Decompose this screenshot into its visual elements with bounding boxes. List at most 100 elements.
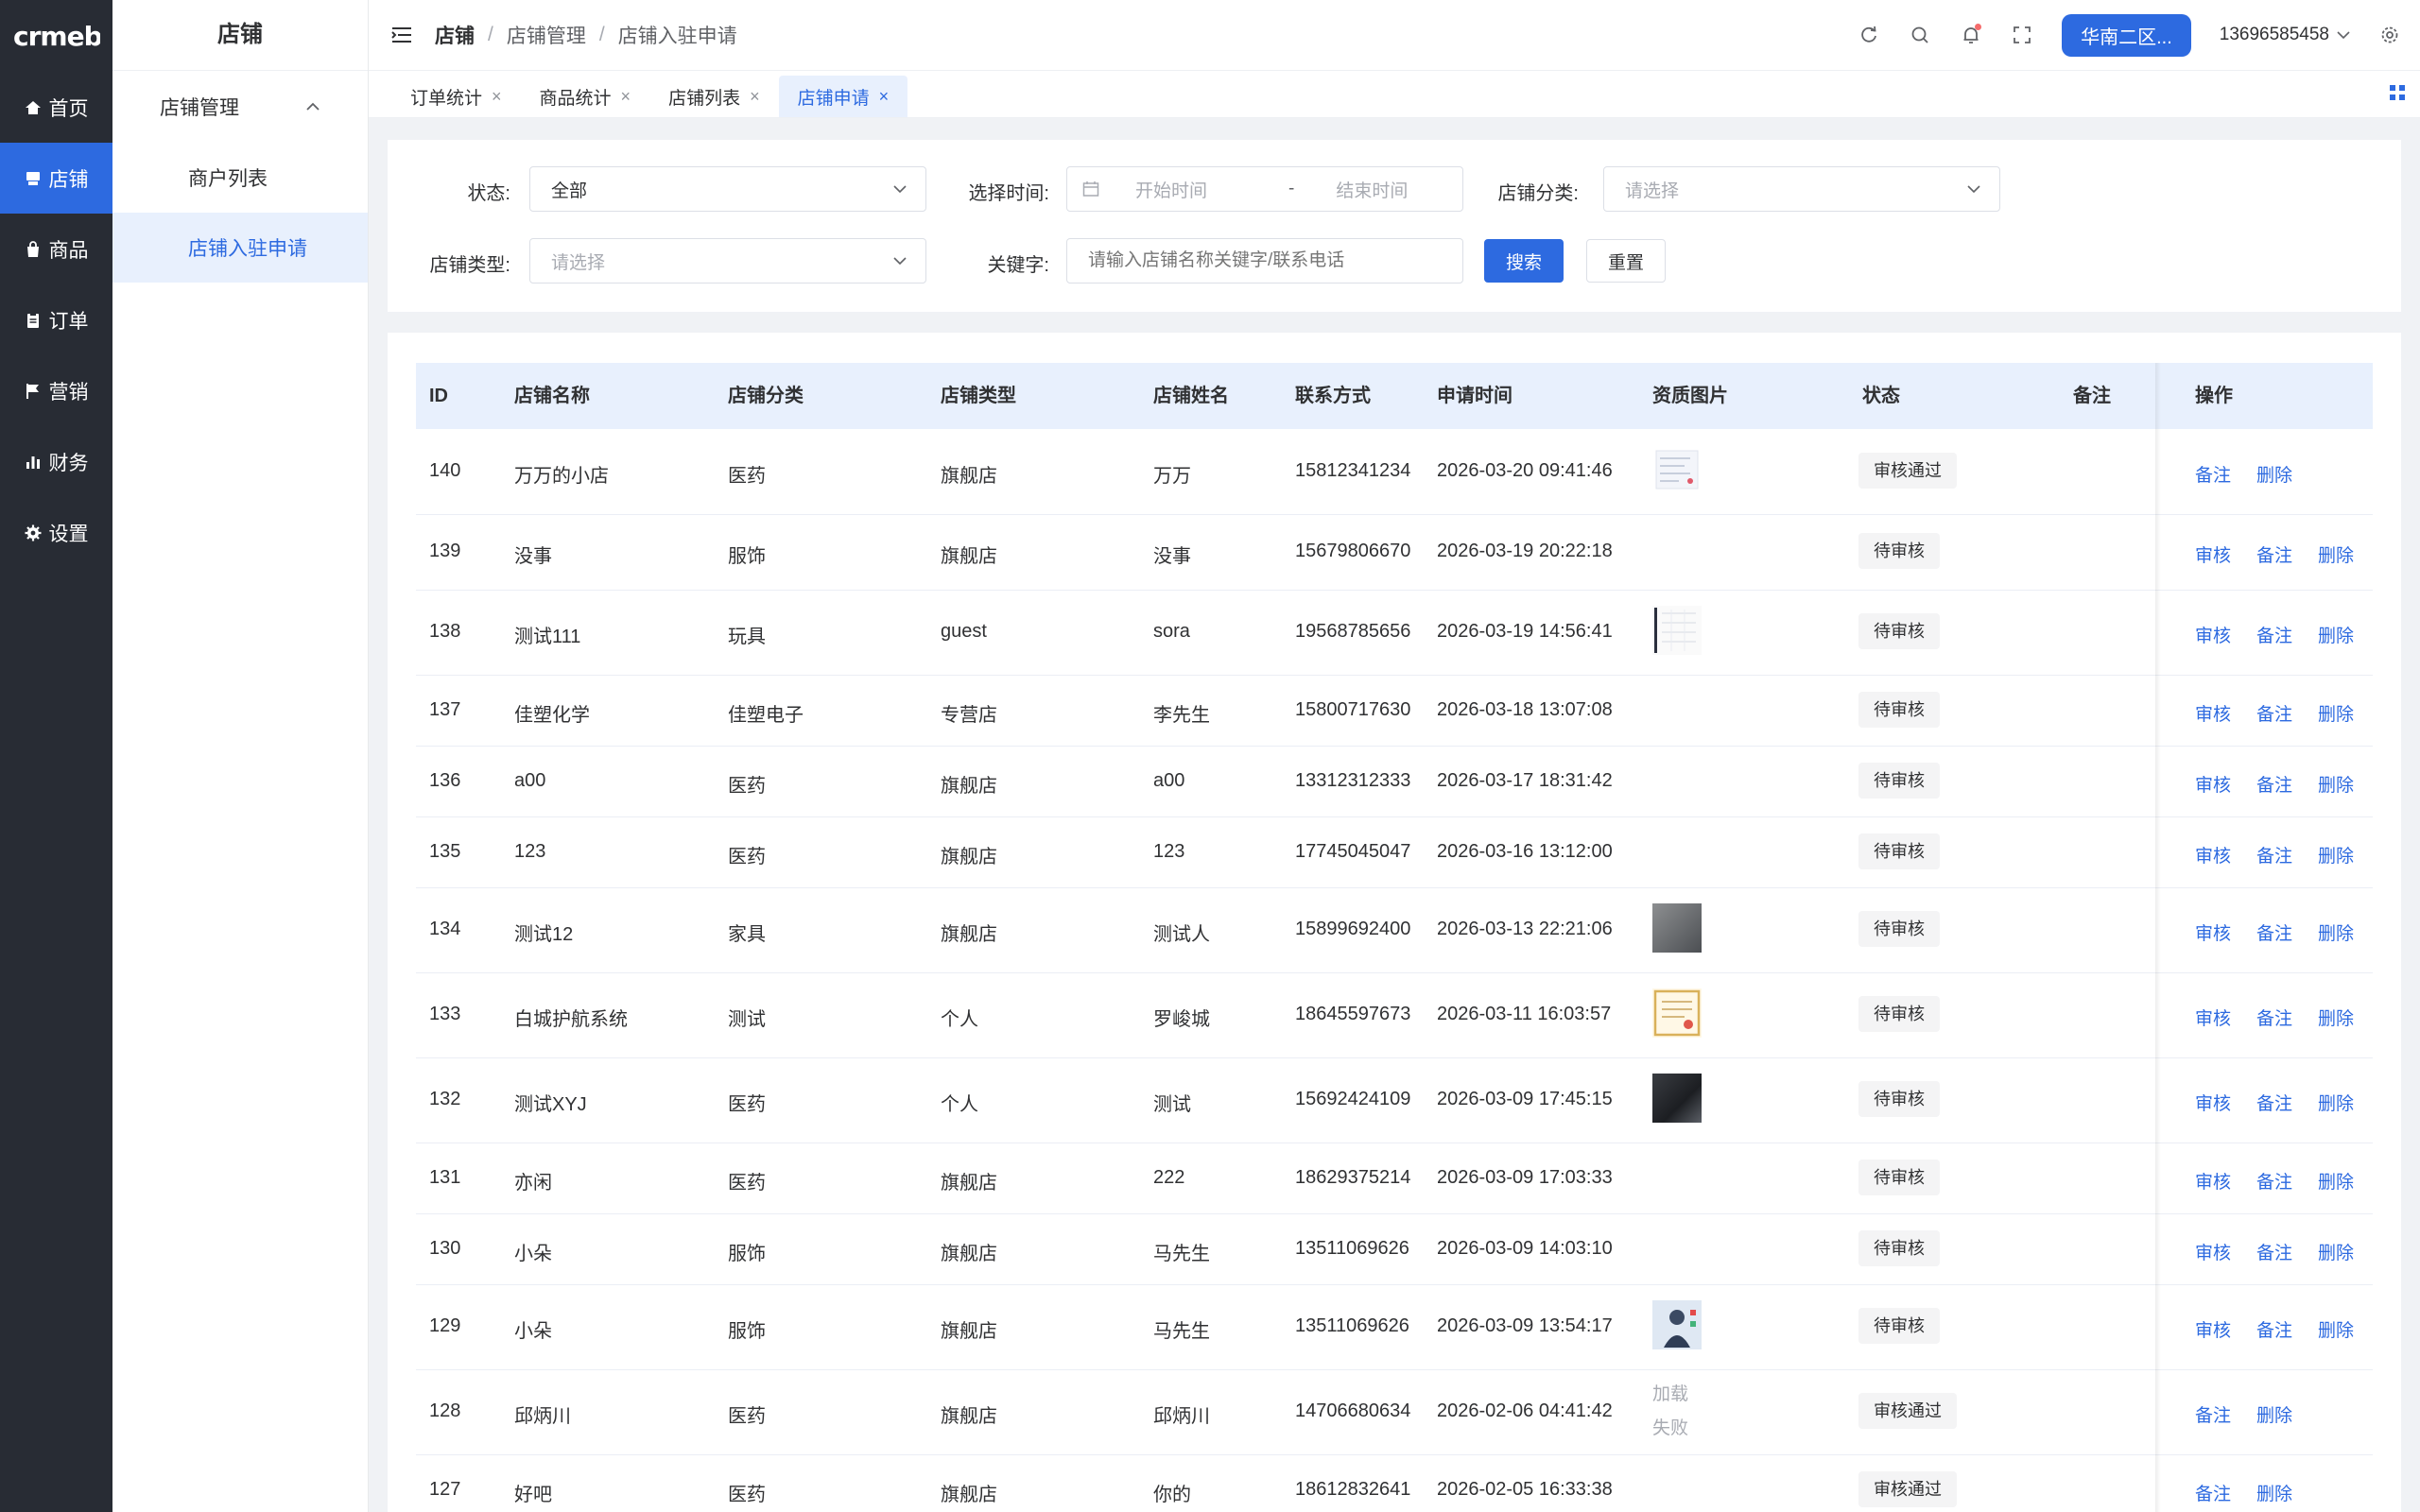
rail-item-6[interactable]: 设置 <box>0 497 112 568</box>
review-link[interactable]: 审核 <box>2195 622 2231 647</box>
rail-item-0[interactable]: 首页 <box>0 72 112 143</box>
app-logo[interactable]: crmeb <box>0 0 112 72</box>
status-badge: 待审核 <box>1858 1229 1940 1266</box>
rail-item-1[interactable]: 店铺 <box>0 143 112 214</box>
search-button[interactable]: 搜索 <box>1484 239 1564 283</box>
cell-owner: 测试人 <box>1153 924 1210 945</box>
delete-link[interactable]: 删除 <box>2318 919 2354 945</box>
keyword-input[interactable] <box>1066 238 1463 284</box>
delete-link[interactable]: 删除 <box>2318 1239 2354 1264</box>
remark-link[interactable]: 备注 <box>2195 1401 2231 1427</box>
cell-category: 医药 <box>728 1406 766 1427</box>
search-icon[interactable] <box>1909 24 1931 46</box>
close-tab-icon[interactable]: × <box>750 87 760 107</box>
date-range-picker[interactable]: 开始时间 - 结束时间 <box>1066 166 1463 212</box>
tab-2[interactable]: 店铺列表 × <box>649 76 779 117</box>
review-link[interactable]: 审核 <box>2195 1316 2231 1342</box>
delete-link[interactable]: 删除 <box>2318 700 2354 726</box>
qualification-image-thumb[interactable] <box>1652 445 1702 494</box>
qualification-image-thumb[interactable] <box>1652 1074 1702 1123</box>
status-select[interactable]: 全部 <box>529 166 926 212</box>
remark-link[interactable]: 备注 <box>2256 919 2292 945</box>
remark-link[interactable]: 备注 <box>2195 461 2231 487</box>
remark-link[interactable]: 备注 <box>2256 1239 2292 1264</box>
delete-link[interactable]: 删除 <box>2256 1480 2292 1505</box>
review-link[interactable]: 审核 <box>2195 541 2231 567</box>
delete-link[interactable]: 删除 <box>2318 1005 2354 1030</box>
cell-name: 邱炳川 <box>514 1406 571 1427</box>
delete-link[interactable]: 删除 <box>2318 541 2354 567</box>
menu-item-store-application[interactable]: 店铺入驻申请 <box>112 213 368 283</box>
review-link[interactable]: 审核 <box>2195 919 2231 945</box>
delete-link[interactable]: 删除 <box>2256 461 2292 487</box>
delete-link[interactable]: 删除 <box>2318 622 2354 647</box>
tab-1[interactable]: 商品统计 × <box>521 76 650 117</box>
delete-link[interactable]: 删除 <box>2318 1168 2354 1194</box>
settings-gear-icon[interactable] <box>2378 24 2401 46</box>
review-link[interactable]: 审核 <box>2195 1090 2231 1115</box>
rail-item-label: 首页 <box>48 97 89 120</box>
delete-link[interactable]: 删除 <box>2318 842 2354 868</box>
rail-item-4[interactable]: 营销 <box>0 355 112 426</box>
delete-link[interactable]: 删除 <box>2318 1316 2354 1342</box>
cell-type: 旗舰店 <box>941 1172 997 1194</box>
close-tab-icon[interactable]: × <box>621 87 631 107</box>
cell-id: 139 <box>429 541 461 561</box>
tab-3[interactable]: 店铺申请 × <box>778 76 908 117</box>
qualification-image-thumb[interactable] <box>1652 606 1702 655</box>
rail-item-5[interactable]: 财务 <box>0 426 112 497</box>
close-tab-icon[interactable]: × <box>879 87 890 107</box>
status-badge: 待审核 <box>1858 613 1940 649</box>
review-link[interactable]: 审核 <box>2195 842 2231 868</box>
user-phone: 13696585458 <box>2219 25 2329 44</box>
remark-link[interactable]: 备注 <box>2256 1316 2292 1342</box>
rail-item-3[interactable]: 订单 <box>0 284 112 355</box>
tabs-grid-menu-icon[interactable] <box>2388 83 2407 102</box>
tab-0[interactable]: 订单统计 × <box>391 76 521 117</box>
review-link[interactable]: 审核 <box>2195 1239 2231 1264</box>
review-link[interactable]: 审核 <box>2195 1005 2231 1030</box>
remark-link[interactable]: 备注 <box>2195 1480 2231 1505</box>
refresh-icon[interactable] <box>1858 24 1880 46</box>
menu-item-merchant-list[interactable]: 商户列表 <box>112 143 368 213</box>
rail-item-2[interactable]: 商品 <box>0 214 112 284</box>
breadcrumb-item[interactable]: 店铺管理 <box>507 21 586 49</box>
remark-link[interactable]: 备注 <box>2256 1168 2292 1194</box>
cell-id: 136 <box>429 769 461 791</box>
region-selector-button[interactable]: 华南二区... <box>2062 13 2191 57</box>
start-time-placeholder[interactable]: 开始时间 <box>1135 177 1207 202</box>
remark-link[interactable]: 备注 <box>2256 1090 2292 1115</box>
review-link[interactable]: 审核 <box>2195 700 2231 726</box>
end-time-placeholder[interactable]: 结束时间 <box>1336 177 1408 202</box>
category-select[interactable]: 请选择 <box>1603 166 2000 212</box>
menu-group-label: 店铺管理 <box>160 97 239 119</box>
remark-link[interactable]: 备注 <box>2256 842 2292 868</box>
notification-bell-icon[interactable] <box>1960 24 1982 46</box>
menu-group-store-management[interactable]: 店铺管理 <box>112 71 368 143</box>
delete-link[interactable]: 删除 <box>2318 1090 2354 1115</box>
fullscreen-icon[interactable] <box>2011 24 2033 46</box>
remark-link[interactable]: 备注 <box>2256 622 2292 647</box>
delete-link[interactable]: 删除 <box>2256 1401 2292 1427</box>
cell-id: 128 <box>429 1400 461 1421</box>
delete-link[interactable]: 删除 <box>2318 771 2354 797</box>
qualification-image-thumb[interactable] <box>1652 903 1702 953</box>
cell-type: 旗舰店 <box>941 775 997 797</box>
store-type-select[interactable]: 请选择 <box>529 238 926 284</box>
remark-link[interactable]: 备注 <box>2256 1005 2292 1030</box>
review-link[interactable]: 审核 <box>2195 1168 2231 1194</box>
remark-link[interactable]: 备注 <box>2256 771 2292 797</box>
breadcrumb-item[interactable]: 店铺 <box>435 21 475 49</box>
collapse-menu-icon[interactable] <box>391 24 414 46</box>
reset-button[interactable]: 重置 <box>1586 239 1666 283</box>
user-menu[interactable]: 13696585458 <box>2220 25 2350 45</box>
close-tab-icon[interactable]: × <box>492 87 502 107</box>
remark-link[interactable]: 备注 <box>2256 700 2292 726</box>
cell-id: 137 <box>429 698 461 720</box>
category-label: 店铺分类: <box>1497 183 1579 204</box>
qualification-image-thumb[interactable] <box>1652 1300 1702 1349</box>
cell-name: 万万的小店 <box>514 466 609 487</box>
qualification-image-thumb[interactable] <box>1652 988 1702 1038</box>
review-link[interactable]: 审核 <box>2195 771 2231 797</box>
remark-link[interactable]: 备注 <box>2256 541 2292 567</box>
